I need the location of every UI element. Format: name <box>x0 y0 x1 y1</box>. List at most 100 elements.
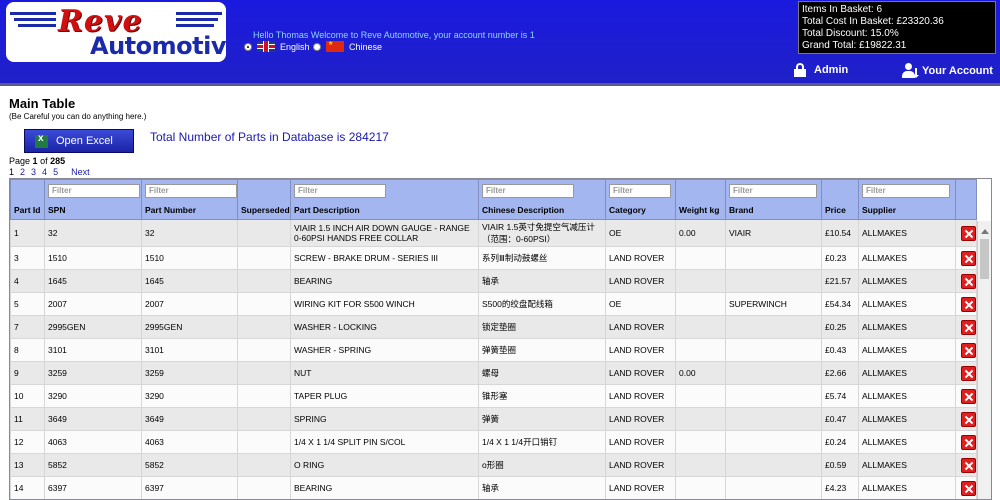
column-header-brand[interactable]: Filter Brand <box>725 179 822 220</box>
table-row[interactable]: 8 3101 3101 WASHER - SPRING 弹簧垫圈 LAND ROVER £0… <box>10 338 977 362</box>
table-row[interactable]: 13 5852 5852 O RING o形圈 LAND ROVER £0.59 ALLMAK… <box>10 453 977 477</box>
cell-spn: 6397 <box>44 476 142 499</box>
table-scrollbar[interactable] <box>977 221 991 499</box>
filter-input-spn[interactable]: Filter <box>48 184 140 198</box>
cell-superseded <box>237 315 291 339</box>
cell-weight <box>675 407 726 431</box>
table-row[interactable]: 5 2007 2007 WIRING KIT FOR S500 WINCH S500的绞… <box>10 292 977 316</box>
filter-input-part-description[interactable]: Filter <box>294 184 386 198</box>
admin-link[interactable]: Admin <box>794 63 848 77</box>
page-link-4[interactable]: 4 <box>42 167 47 177</box>
cell-weight <box>675 384 726 408</box>
filter-input-chinese-description[interactable]: Filter <box>482 184 574 198</box>
cell-delete <box>955 453 977 477</box>
delete-row-icon[interactable] <box>961 250 976 266</box>
column-header-part-number[interactable]: Filter Part Number <box>141 179 238 220</box>
cell-supplier: ALLMAKES <box>858 338 956 362</box>
brand-logo[interactable]: Reve Automotive <box>6 2 226 62</box>
page-link-2[interactable]: 2 <box>20 167 25 177</box>
cell-delete <box>955 338 977 362</box>
top-header: Reve Automotive Hello Thomas Welcome to … <box>0 0 1000 86</box>
delete-row-icon[interactable] <box>961 225 976 241</box>
your-account-link[interactable]: Your Account <box>902 63 993 79</box>
column-header-part-description[interactable]: Filter Part Description <box>290 179 479 220</box>
cell-part-id: 13 <box>10 453 45 477</box>
table-row[interactable]: 3 1510 1510 SCREW - BRAKE DRUM - SERIES III… <box>10 246 977 270</box>
filter-input-supplier[interactable]: Filter <box>862 184 950 198</box>
delete-row-icon[interactable] <box>961 319 976 335</box>
table-row[interactable]: 7 2995GEN 2995GEN WASHER - LOCKING 锁定垫圈 LAND … <box>10 315 977 339</box>
delete-row-icon[interactable] <box>961 342 976 358</box>
cell-brand <box>725 407 822 431</box>
total-parts-text: Total Number of Parts in Database is 284… <box>150 130 389 144</box>
table-row[interactable]: 12 4063 4063 1/4 X 1 1/4 SPLIT PIN S/COL 1/4… <box>10 430 977 454</box>
table-row[interactable]: 4 1645 1645 BEARING 轴承 LAND ROVER £21.57 ALLMAK… <box>10 269 977 293</box>
filter-input-part-number[interactable]: Filter <box>145 184 237 198</box>
cell-part-number: 5852 <box>141 453 238 477</box>
cell-price: £21.57 <box>821 269 859 293</box>
cell-supplier: ALLMAKES <box>858 219 956 247</box>
cell-part-number: 4063 <box>141 430 238 454</box>
cell-supplier: ALLMAKES <box>858 453 956 477</box>
table-row[interactable]: 14 6397 6397 BEARING 轴承 LAND ROVER £4.23 ALLMAK… <box>10 476 977 499</box>
table-row[interactable]: 11 3649 3649 SPRING 弹簧 LAND ROVER £0.47 ALLMAKE… <box>10 407 977 431</box>
delete-row-icon[interactable] <box>961 296 976 312</box>
next-page-link[interactable]: Next <box>71 167 90 177</box>
column-header-superseded[interactable]: Superseded <box>237 179 291 220</box>
cell-part-id: 11 <box>10 407 45 431</box>
column-header-supplier[interactable]: Filter Supplier <box>858 179 956 220</box>
language-option-english[interactable]: English <box>244 41 310 52</box>
cell-part-description: WASHER - SPRING <box>290 338 479 362</box>
table-row[interactable]: 10 3290 3290 TAPER PLUG 锥形塞 LAND ROVER £5.74 AL… <box>10 384 977 408</box>
basket-items-count: Items In Basket: 6 <box>802 4 883 15</box>
filter-input-brand[interactable]: Filter <box>729 184 817 198</box>
cell-delete <box>955 407 977 431</box>
cell-brand <box>725 315 822 339</box>
page-of: of <box>40 156 48 166</box>
column-header-spn[interactable]: Filter SPN <box>44 179 142 220</box>
delete-row-icon[interactable] <box>961 457 976 473</box>
delete-row-icon[interactable] <box>961 365 976 381</box>
cell-chinese-description: 轴承 <box>478 476 606 499</box>
language-option-chinese[interactable]: ★ Chinese <box>313 41 382 52</box>
column-header-price[interactable]: Price <box>821 179 859 220</box>
column-header-category[interactable]: Filter Category <box>605 179 676 220</box>
cell-part-number: 1510 <box>141 246 238 270</box>
page-link-3[interactable]: 3 <box>31 167 36 177</box>
filter-input-category[interactable]: Filter <box>609 184 671 198</box>
cell-part-id: 10 <box>10 384 45 408</box>
page-indicator: Page 1 of 285 <box>9 156 65 166</box>
cell-part-description: O RING <box>290 453 479 477</box>
uk-flag-icon <box>257 41 275 52</box>
basket-grand-total: Grand Total: £19822.31 <box>802 40 907 51</box>
cell-part-id: 7 <box>10 315 45 339</box>
table-row[interactable]: 9 3259 3259 NUT 螺母 LAND ROVER 0.00 £2.66 ALLMAKE… <box>10 361 977 385</box>
scrollbar-thumb[interactable] <box>980 239 989 279</box>
logo-wing-stripe <box>176 24 214 27</box>
radio-english[interactable] <box>244 42 252 51</box>
delete-row-icon[interactable] <box>961 388 976 404</box>
delete-row-icon[interactable] <box>961 411 976 427</box>
scroll-up-arrow-icon[interactable] <box>981 225 989 234</box>
cell-delete <box>955 246 977 270</box>
column-header-chinese-description[interactable]: Filter Chinese Description <box>478 179 606 220</box>
cell-part-description: SPRING <box>290 407 479 431</box>
cell-category: LAND ROVER <box>605 246 676 270</box>
open-excel-button[interactable]: Open Excel <box>24 129 134 153</box>
logo-wing-stripe <box>10 12 56 15</box>
column-header-weight[interactable]: Weight kg <box>675 179 726 220</box>
column-header-part-id[interactable]: Part Id <box>10 179 45 220</box>
delete-row-icon[interactable] <box>961 480 976 496</box>
parts-table: Part Id Filter SPN Filter Part Number Supe… <box>10 179 977 499</box>
cell-superseded <box>237 292 291 316</box>
delete-row-icon[interactable] <box>961 273 976 289</box>
radio-chinese[interactable] <box>313 42 321 51</box>
cell-part-description: WASHER - LOCKING <box>290 315 479 339</box>
delete-row-icon[interactable] <box>961 434 976 450</box>
page-word: Page <box>9 156 31 166</box>
page-link-1[interactable]: 1 <box>9 167 14 177</box>
table-row[interactable]: 1 32 32 VIAIR 1.5 INCH AIR DOWN GAUGE - RAN… <box>10 219 977 247</box>
cell-chinese-description: 弹簧 <box>478 407 606 431</box>
page-link-5[interactable]: 5 <box>53 167 58 177</box>
cell-part-id: 12 <box>10 430 45 454</box>
